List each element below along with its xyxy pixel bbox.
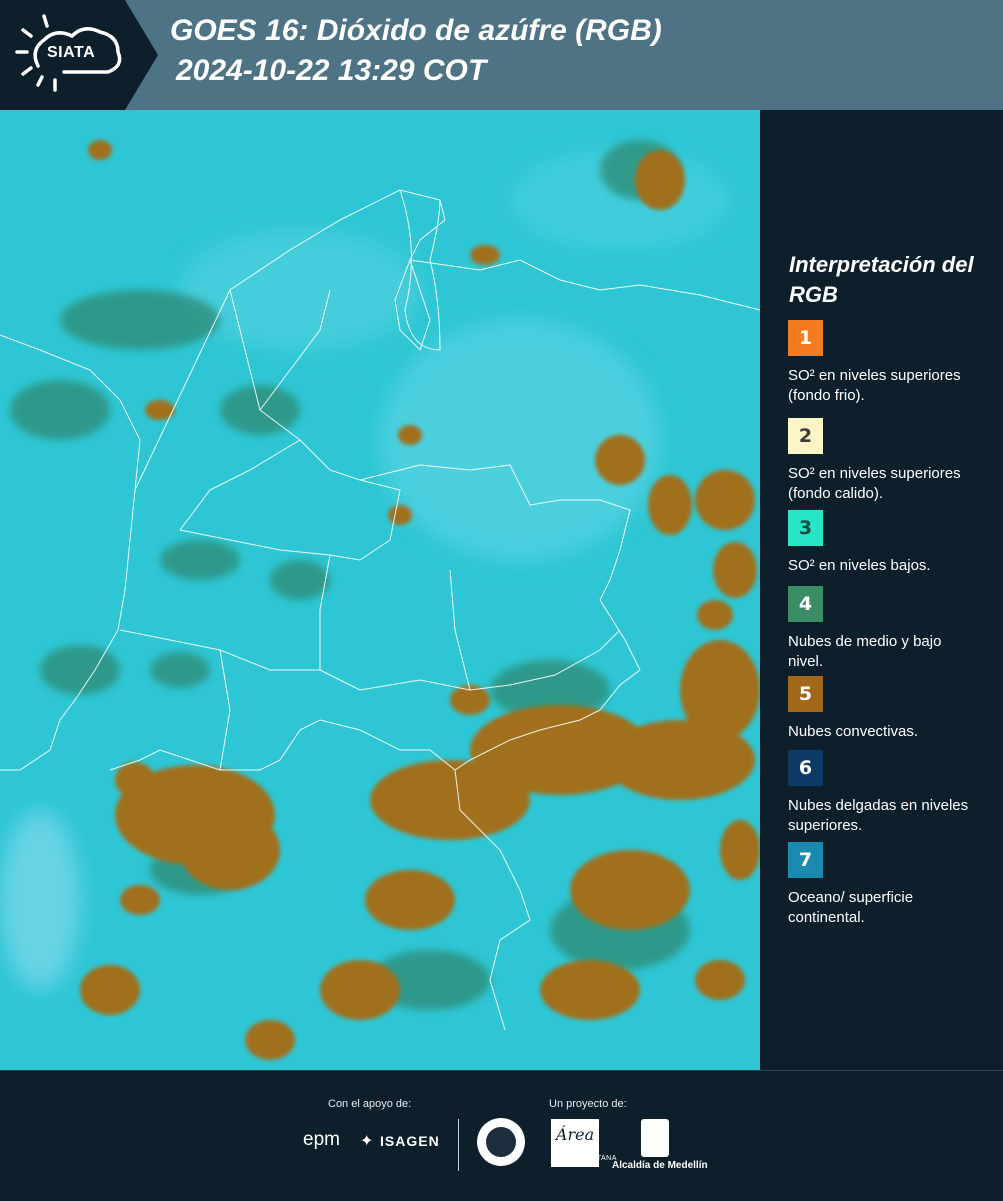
- legend-swatch: 3: [788, 510, 823, 546]
- alcaldia-logo: Alcaldía de Medellín: [612, 1160, 708, 1171]
- area-metropolitana-sub: METROPOLITANA: [551, 1155, 617, 1162]
- legend-label: SO² en niveles superiores (fondo calido)…: [788, 465, 961, 502]
- legend-label: SO² en niveles superiores (fondo frio).: [788, 367, 961, 404]
- medellin-seal-icon: [477, 1118, 525, 1166]
- legend-label: Nubes convectivas.: [788, 723, 919, 740]
- project-label: Un proyecto de:: [549, 1098, 627, 1110]
- footer-divider: [458, 1119, 459, 1171]
- legend-item-3: 3 SO² en niveles bajos.: [788, 510, 998, 576]
- header-bar: SIATA GOES 16: Dióxido de azúfre (RGB) 2…: [0, 0, 1003, 110]
- legend-label: SO² en niveles bajos.: [788, 557, 931, 574]
- footer-bar: Con el apoyo de: Un proyecto de: epm ✦ I…: [0, 1070, 1003, 1201]
- legend-swatch: 7: [788, 842, 823, 878]
- legend-swatch: 4: [788, 586, 823, 622]
- timestamp: 2024-10-22 13:29 COT: [176, 54, 487, 87]
- isagen-logo: ISAGEN: [380, 1133, 440, 1149]
- legend-label: Nubes delgadas en niveles superiores.: [788, 797, 969, 834]
- alcaldia-emblem-icon: [641, 1119, 669, 1157]
- page-title: GOES 16: Dióxido de azúfre (RGB): [170, 14, 662, 47]
- legend-label: Nubes de medio y bajo nivel.: [788, 633, 942, 670]
- legend-swatch: 2: [788, 418, 823, 454]
- legend-item-7: 7 Oceano/ superficie continental.: [788, 842, 998, 928]
- legend-title: Interpretación del RGB: [789, 252, 974, 307]
- logo-text: SIATA: [47, 44, 96, 61]
- legend-item-4: 4 Nubes de medio y bajo nivel.: [788, 586, 998, 672]
- isagen-logo-icon: ✦: [360, 1133, 374, 1150]
- legend-item-2: 2 SO² en niveles superiores (fondo calid…: [788, 418, 998, 504]
- legend-label: Oceano/ superficie continental.: [788, 889, 914, 926]
- siata-logo: SIATA: [0, 0, 160, 110]
- legend-item-1: 1 SO² en niveles superiores (fondo frio)…: [788, 320, 998, 406]
- satellite-map: [0, 110, 760, 1070]
- legend-swatch: 5: [788, 676, 823, 712]
- legend-swatch: 6: [788, 750, 823, 786]
- legend-item-5: 5 Nubes convectivas.: [788, 676, 998, 742]
- legend-panel: Interpretación del RGB 1 SO² en niveles …: [760, 110, 1003, 1070]
- legend-swatch: 1: [788, 320, 823, 356]
- legend-item-6: 6 Nubes delgadas en niveles superiores.: [788, 750, 998, 836]
- epm-logo: epm: [303, 1129, 340, 1150]
- support-label: Con el apoyo de:: [328, 1098, 412, 1110]
